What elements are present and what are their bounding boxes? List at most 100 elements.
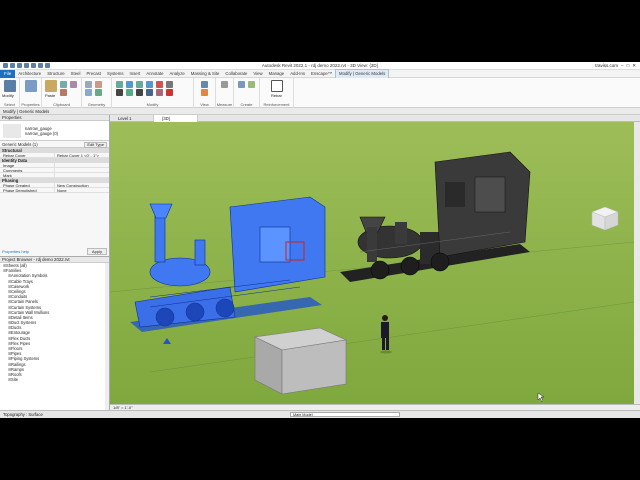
tab-architecture[interactable]: Architecture bbox=[15, 70, 44, 78]
property-row[interactable]: Phase Demolished None bbox=[0, 188, 109, 193]
viewport-scrollbar[interactable] bbox=[634, 122, 640, 404]
apply-button[interactable]: Apply bbox=[86, 248, 107, 255]
ribbon-group-select: Modify Select bbox=[0, 78, 20, 108]
tab-view[interactable]: View bbox=[250, 70, 265, 78]
file-tab[interactable]: File bbox=[0, 69, 16, 78]
copy-element-icon[interactable] bbox=[126, 89, 133, 96]
3d-viewport[interactable] bbox=[110, 122, 634, 404]
close-icon[interactable]: ✕ bbox=[632, 63, 636, 69]
maximize-icon[interactable]: □ bbox=[627, 63, 630, 69]
group-label-geometry: Geometry bbox=[87, 102, 106, 107]
join-icon[interactable] bbox=[95, 81, 102, 88]
rebar-icon[interactable] bbox=[271, 80, 283, 92]
delete-icon[interactable] bbox=[166, 89, 173, 96]
tab-level-1[interactable]: Level 1 bbox=[110, 115, 154, 122]
ribbon-panel: Modify Select Properties Paste Clipboard… bbox=[0, 78, 640, 108]
group-label-properties: Properties bbox=[21, 102, 40, 107]
cut-icon[interactable] bbox=[60, 89, 67, 96]
edit-type-button[interactable]: Edit Type bbox=[84, 142, 107, 148]
create-similar-icon[interactable] bbox=[248, 81, 255, 88]
tab-massing-site[interactable]: Massing & Site bbox=[188, 70, 223, 78]
properties-icon[interactable] bbox=[25, 80, 37, 92]
property-key: Comments bbox=[0, 168, 55, 173]
tab-add-ins[interactable]: Add-Ins bbox=[287, 70, 308, 78]
cut-geometry-icon[interactable] bbox=[85, 89, 92, 96]
ribbon-group-clipboard: Paste Clipboard bbox=[42, 78, 82, 108]
property-key: Mark bbox=[0, 173, 55, 178]
user-signin[interactable]: traviss.com bbox=[595, 63, 618, 69]
tab-analyze[interactable]: Analyze bbox=[166, 70, 187, 78]
array-icon[interactable] bbox=[156, 89, 163, 96]
tab-annotate[interactable]: Annotate bbox=[143, 70, 166, 78]
mirror-icon[interactable] bbox=[136, 81, 143, 88]
ribbon-group-properties: Properties bbox=[20, 78, 42, 108]
group-label-reinforcement: Reinforcement bbox=[263, 102, 290, 107]
ribbon-group-view: View bbox=[194, 78, 216, 108]
browser-item[interactable]: ⊞Site bbox=[0, 377, 109, 382]
viewcube-icon[interactable] bbox=[591, 206, 619, 231]
options-bar: Modify | Generic Models bbox=[0, 108, 640, 115]
ribbon-tabs: File Architecture Structure Steel Precas… bbox=[0, 69, 640, 78]
match-properties-icon[interactable] bbox=[70, 81, 77, 88]
property-value[interactable]: None bbox=[55, 188, 67, 193]
split-icon[interactable] bbox=[156, 81, 163, 88]
tab-enscape[interactable]: Enscape™ bbox=[308, 70, 335, 78]
hide-in-view-icon[interactable] bbox=[201, 81, 208, 88]
instance-filter[interactable]: Generic Models (1) Edit Type bbox=[0, 141, 109, 148]
cope-icon[interactable] bbox=[85, 81, 92, 88]
3d-scene bbox=[110, 122, 634, 404]
minimize-icon[interactable]: – bbox=[621, 63, 624, 69]
move-icon[interactable] bbox=[116, 89, 123, 96]
property-value[interactable] bbox=[55, 168, 57, 172]
trim-icon[interactable] bbox=[146, 89, 153, 96]
filter-label: Generic Models (1) bbox=[2, 142, 38, 147]
align-icon[interactable] bbox=[116, 81, 123, 88]
ribbon-group-reinforcement: Rebar Reinforcement bbox=[260, 78, 294, 108]
paste-icon[interactable] bbox=[45, 80, 57, 92]
tab-3d-view[interactable]: {3D} bbox=[154, 115, 198, 122]
ribbon-group-modify: Modify bbox=[112, 78, 194, 108]
status-bar: Topography : Surface Main Model bbox=[0, 410, 640, 418]
tab-steel[interactable]: Steel bbox=[68, 70, 84, 78]
tab-insert[interactable]: Insert bbox=[127, 70, 144, 78]
mass-box[interactable] bbox=[253, 327, 348, 395]
tab-structure[interactable]: Structure bbox=[44, 70, 67, 78]
tab-collaborate[interactable]: Collaborate bbox=[222, 70, 250, 78]
project-browser: Project Browser - rdj demo 2022.rvt ⊞She… bbox=[0, 256, 110, 410]
create-group-icon[interactable] bbox=[238, 81, 245, 88]
property-key: Phase Demolished bbox=[0, 188, 55, 193]
active-workset[interactable]: Main Model bbox=[290, 412, 400, 417]
view-tabs: Level 1 {3D} bbox=[110, 115, 640, 122]
paste-label: Paste bbox=[45, 93, 56, 98]
property-value[interactable]: Rebar Cover 1 <0' - 1"> bbox=[55, 153, 99, 158]
offset-icon[interactable] bbox=[126, 81, 133, 88]
modify-cursor-icon[interactable] bbox=[4, 80, 16, 92]
tab-modify-generic-models[interactable]: Modify | Generic Models bbox=[335, 69, 390, 78]
status-text: Topography : Surface bbox=[3, 412, 43, 417]
property-value[interactable] bbox=[55, 173, 57, 177]
copy-icon[interactable] bbox=[60, 81, 67, 88]
tab-precast[interactable]: Precast bbox=[83, 70, 104, 78]
browser-tree: ⊞Sheets (all) ⊞Families ⊞Annotation Symbol… bbox=[0, 263, 109, 382]
browser-scrollbar[interactable] bbox=[105, 263, 109, 410]
tab-systems[interactable]: Systems bbox=[104, 70, 126, 78]
properties-help-link[interactable]: Properties help bbox=[2, 249, 29, 254]
rotate-icon[interactable] bbox=[136, 89, 143, 96]
wall-joins-icon[interactable] bbox=[95, 89, 102, 96]
group-label-create: Create bbox=[240, 102, 253, 107]
mirror-draw-icon[interactable] bbox=[146, 81, 153, 88]
rebar-label: Rebar bbox=[271, 93, 282, 98]
property-value[interactable] bbox=[55, 163, 57, 167]
browser-item-label: Site bbox=[11, 377, 19, 383]
tab-manage[interactable]: Manage bbox=[266, 70, 288, 78]
group-label-view: View bbox=[200, 102, 209, 107]
type-selector[interactable]: narrow_gauge narrow_gauge (0) bbox=[0, 121, 109, 141]
group-label-clipboard: Clipboard bbox=[52, 102, 71, 107]
measure-tool-icon[interactable] bbox=[221, 81, 228, 88]
property-key: Phase Created bbox=[0, 183, 55, 188]
property-value[interactable]: New Construction bbox=[55, 183, 89, 188]
type-name: narrow_gauge (0) bbox=[25, 131, 59, 136]
pin-icon[interactable] bbox=[166, 81, 173, 88]
ribbon-group-measure: Measure bbox=[216, 78, 234, 108]
override-graphics-icon[interactable] bbox=[201, 89, 208, 96]
